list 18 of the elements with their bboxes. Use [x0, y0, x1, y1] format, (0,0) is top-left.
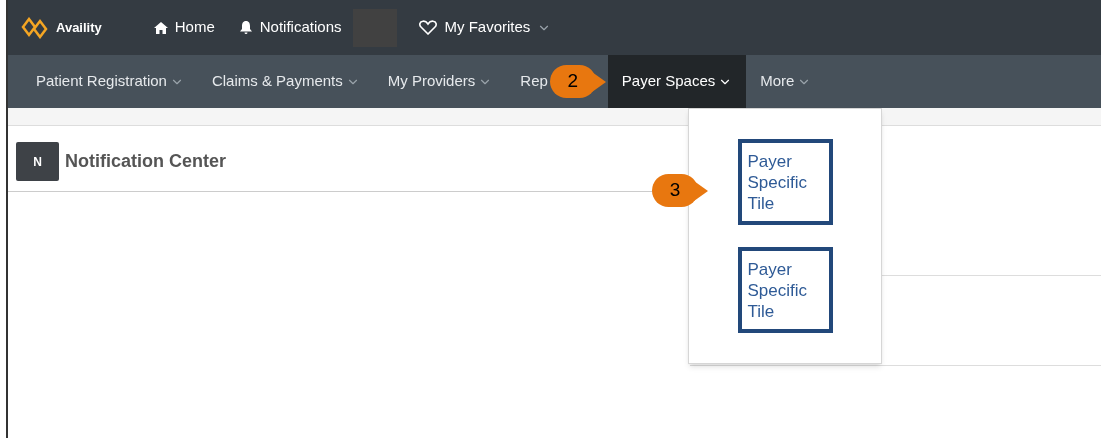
top-nav-link[interactable]: My Favorites	[407, 16, 564, 39]
panel-title: Notification Center	[65, 150, 226, 173]
main-nav-tab[interactable]: Rep	[506, 55, 550, 108]
home-icon	[153, 21, 168, 34]
main-nav-tab[interactable]: More	[746, 55, 826, 108]
payer-tile[interactable]: Payer Specific Tile	[737, 139, 833, 225]
heart-icon	[419, 20, 438, 35]
logo-icon	[20, 16, 50, 39]
main-nav-tab[interactable]: My Providers	[373, 55, 507, 108]
logo-text: Availity	[56, 18, 102, 37]
top-nav-link[interactable]: Notifications	[226, 16, 354, 39]
bell-icon	[238, 20, 253, 35]
payer-tile[interactable]: Payer Specific Tile	[737, 247, 833, 333]
main-nav-tab[interactable]: Claims & Payments	[197, 55, 374, 108]
notification-badge: N	[16, 142, 59, 181]
top-nav-link[interactable]: Home	[141, 16, 227, 39]
main-nav-tab[interactable]: Patient Registration	[22, 55, 198, 108]
main-nav-tab[interactable]: Payer Spaces	[607, 55, 747, 108]
